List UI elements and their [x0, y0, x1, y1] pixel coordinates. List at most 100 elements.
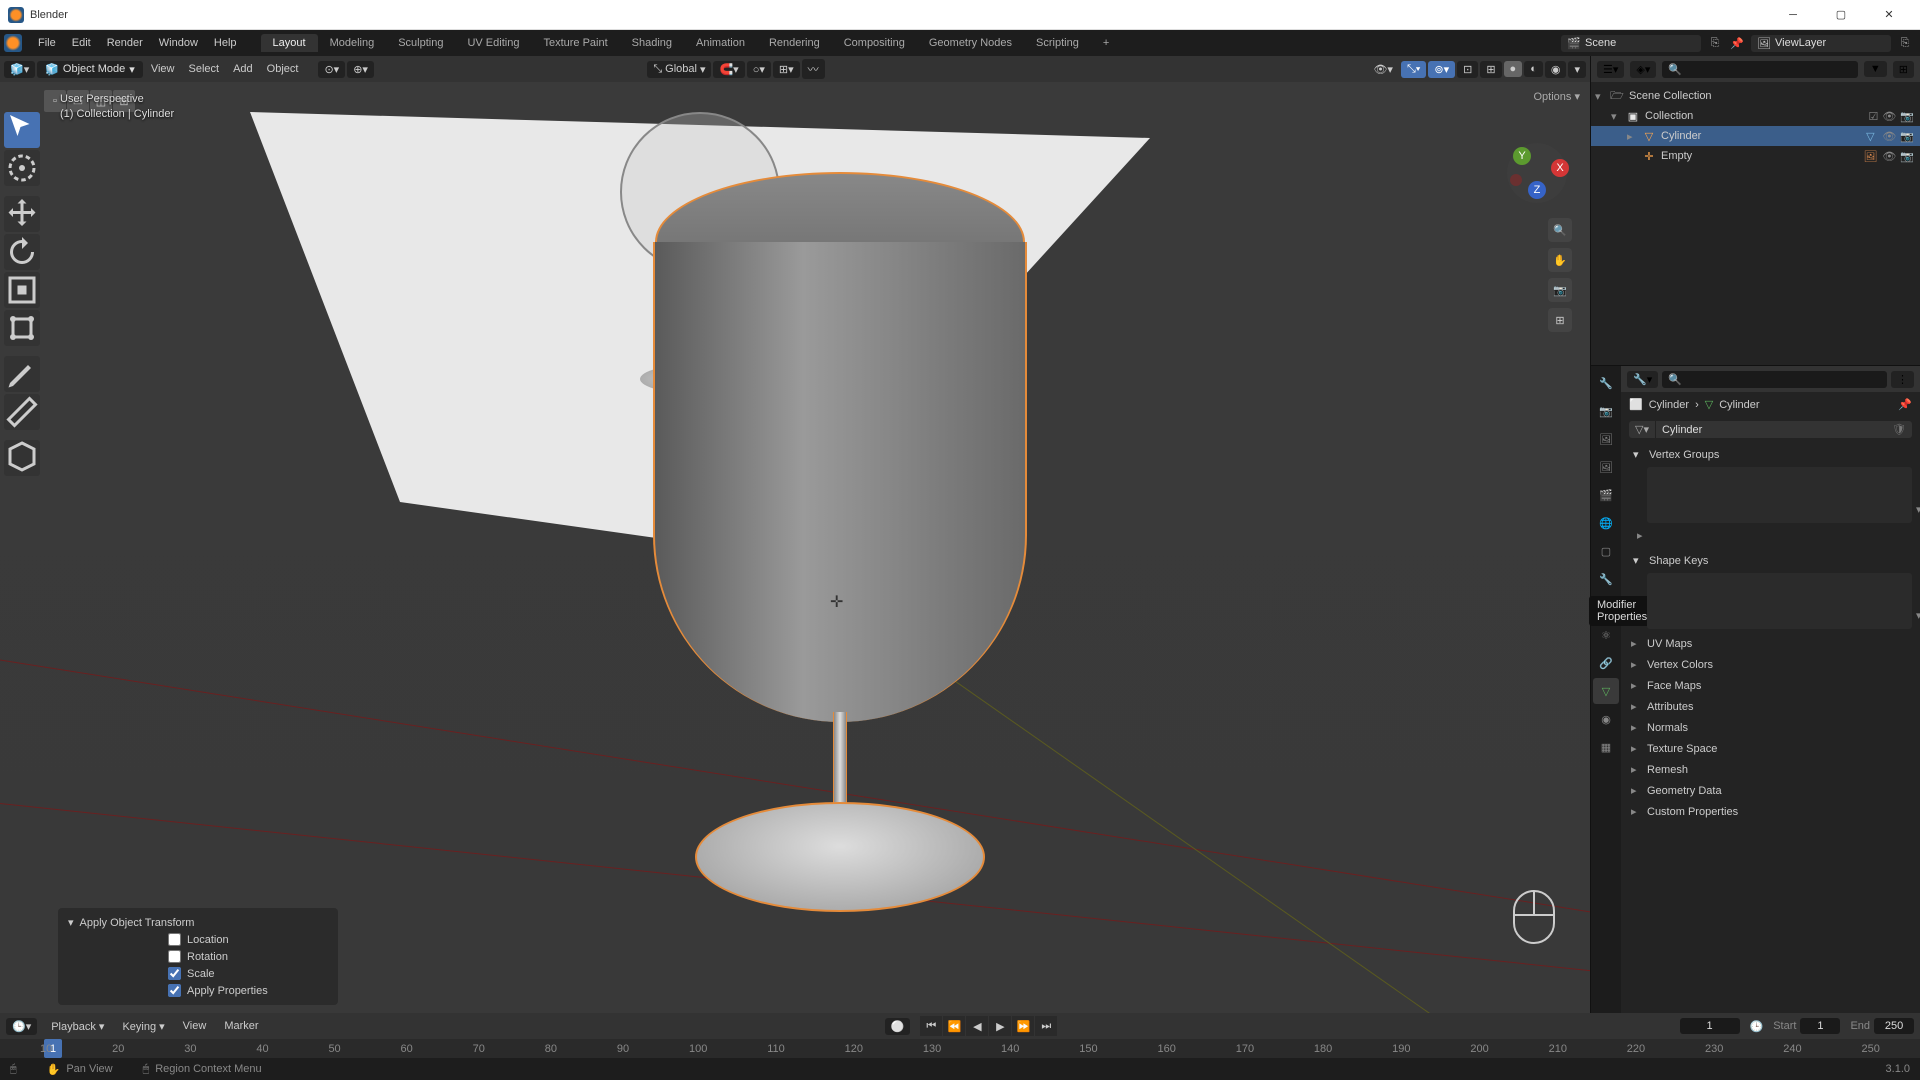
outliner-filter[interactable]: ▼: [1864, 61, 1887, 77]
panel-vertex-groups-header[interactable]: ▾Vertex Groups: [1627, 444, 1914, 465]
tab-material[interactable]: ◉: [1593, 706, 1619, 732]
tab-texture[interactable]: ▦: [1593, 734, 1619, 760]
tab-render[interactable]: 📷: [1593, 398, 1619, 424]
render-icon[interactable]: 📷: [1900, 150, 1914, 163]
add-workspace-button[interactable]: +: [1091, 34, 1121, 52]
mode-selector[interactable]: 🧊 Object Mode ▾: [37, 61, 143, 78]
gizmo-toggle[interactable]: ⤡▾: [1401, 61, 1426, 78]
panel-texture-space[interactable]: ▸Texture Space: [1621, 738, 1920, 759]
workspace-uv-editing[interactable]: UV Editing: [455, 34, 531, 52]
panel-remesh[interactable]: ▸Remesh: [1621, 759, 1920, 780]
tool-move[interactable]: [4, 196, 40, 232]
outliner-display-mode[interactable]: ◈▾: [1630, 61, 1656, 78]
zoom-button[interactable]: 🔍: [1548, 218, 1572, 242]
tab-scene[interactable]: 🎬: [1593, 482, 1619, 508]
props-options[interactable]: ⋮: [1891, 371, 1914, 388]
tab-constraints[interactable]: 🔗: [1593, 650, 1619, 676]
jump-to-end[interactable]: ⏭: [1035, 1016, 1057, 1036]
datablock-selector[interactable]: ▽▾ 🛡: [1629, 421, 1912, 438]
scale-checkbox[interactable]: [168, 967, 181, 980]
expand-icon[interactable]: ▸: [1637, 529, 1647, 542]
datablock-name-input[interactable]: [1656, 422, 1886, 438]
workspace-animation[interactable]: Animation: [684, 34, 757, 52]
editor-type-button[interactable]: 🧊▾: [4, 61, 35, 78]
workspace-scripting[interactable]: Scripting: [1024, 34, 1091, 52]
breadcrumb-object[interactable]: Cylinder: [1649, 399, 1689, 411]
scene-name-input[interactable]: [1585, 37, 1695, 49]
jump-keyframe-back[interactable]: ⏪: [943, 1016, 965, 1036]
panel-normals[interactable]: ▸Normals: [1621, 717, 1920, 738]
new-collection-button[interactable]: ⊞: [1893, 61, 1914, 78]
tool-scale[interactable]: [4, 272, 40, 308]
props-search-input[interactable]: [1682, 373, 1881, 385]
workspace-geometry-nodes[interactable]: Geometry Nodes: [917, 34, 1024, 52]
chevron-down-icon[interactable]: ▾: [68, 916, 74, 929]
jump-keyframe-fwd[interactable]: ⏩: [1012, 1016, 1034, 1036]
render-icon[interactable]: 📷: [1900, 110, 1914, 123]
rotation-checkbox[interactable]: [168, 950, 181, 963]
end-frame-input[interactable]: 250: [1874, 1018, 1914, 1034]
location-checkbox[interactable]: [168, 933, 181, 946]
viewport-canvas[interactable]: ✛ User Perspective (1) Collection | Cyli…: [0, 82, 1590, 1013]
navigation-gizmo[interactable]: X Y Z: [1502, 138, 1572, 208]
add-shape-key-button[interactable]: +: [1916, 577, 1920, 593]
tree-scene-collection[interactable]: ▾🗁 Scene Collection: [1591, 86, 1920, 106]
menu-window[interactable]: Window: [151, 34, 206, 52]
overlay-toggle[interactable]: ⊚▾: [1428, 61, 1455, 78]
proportional-edit[interactable]: ○▾: [747, 61, 771, 78]
select-visibility[interactable]: 👁▾: [1367, 61, 1399, 78]
tab-world[interactable]: 🌐: [1593, 510, 1619, 536]
viewlayer-selector[interactable]: 🖼: [1751, 35, 1891, 52]
tab-output[interactable]: 🖼: [1593, 426, 1619, 452]
play-reverse[interactable]: ◀: [966, 1016, 988, 1036]
panel-custom-props[interactable]: ▸Custom Properties: [1621, 801, 1920, 822]
close-button[interactable]: ✕: [1866, 0, 1912, 30]
props-editor-type[interactable]: 🔧▾: [1627, 371, 1658, 388]
apply-props-checkbox[interactable]: [168, 984, 181, 997]
panel-shape-keys-header[interactable]: ▾Shape Keys: [1627, 550, 1914, 571]
visibility-icon[interactable]: 👁: [1882, 110, 1896, 123]
tree-item-cylinder[interactable]: ▸ ▽ Cylinder ▽ 👁📷: [1591, 126, 1920, 146]
transform-orientation[interactable]: ⤡ Global▾: [647, 61, 711, 78]
panel-attributes[interactable]: ▸Attributes: [1621, 696, 1920, 717]
snap-toggle[interactable]: 🧲▾: [713, 61, 744, 78]
timeline-menu-view[interactable]: View: [179, 1018, 211, 1034]
outliner-editor-type[interactable]: ☰▾: [1597, 61, 1624, 78]
blender-logo-icon[interactable]: [4, 34, 22, 52]
timeline-editor-type[interactable]: 🕒▾: [6, 1018, 37, 1035]
3d-viewport[interactable]: 🧊▾ 🧊 Object Mode ▾ View Select Add Objec…: [0, 56, 1590, 1013]
vertex-group-specials[interactable]: ▾: [1916, 503, 1920, 519]
panel-uv-maps[interactable]: ▸UV Maps: [1621, 633, 1920, 654]
collection-exclude-checkbox[interactable]: ☑: [1868, 110, 1878, 123]
visibility-icon[interactable]: 👁: [1882, 130, 1896, 143]
workspace-rendering[interactable]: Rendering: [757, 34, 832, 52]
maximize-button[interactable]: ▢: [1818, 0, 1864, 30]
current-frame-input[interactable]: 1: [1680, 1018, 1740, 1034]
timeline-menu-marker[interactable]: Marker: [220, 1018, 262, 1034]
timeline-menu-keying[interactable]: Keying ▾: [118, 1018, 168, 1035]
options-toggle[interactable]: 〰: [802, 59, 825, 79]
minimize-button[interactable]: ─: [1770, 0, 1816, 30]
viewport-menu-add[interactable]: Add: [227, 61, 259, 77]
tab-modifiers[interactable]: 🔧 Modifier Properties: [1593, 566, 1619, 592]
shading-wireframe[interactable]: ⊞: [1480, 61, 1501, 78]
viewlayer-name-input[interactable]: [1775, 37, 1885, 49]
scene-selector[interactable]: 🎬: [1561, 35, 1701, 52]
visibility-icon[interactable]: 👁: [1882, 150, 1896, 163]
viewport-options-dropdown[interactable]: Options ▾: [1533, 90, 1580, 103]
tool-rotate[interactable]: [4, 234, 40, 270]
panel-geometry-data[interactable]: ▸Geometry Data: [1621, 780, 1920, 801]
pan-button[interactable]: ✋: [1548, 248, 1572, 272]
tab-object[interactable]: ▢: [1593, 538, 1619, 564]
camera-view-button[interactable]: 📷: [1548, 278, 1572, 302]
orientation-dropdown[interactable]: ⊕▾: [347, 61, 374, 78]
menu-edit[interactable]: Edit: [64, 34, 99, 52]
shading-material[interactable]: ◐: [1524, 61, 1543, 77]
cylinder-object[interactable]: ✛: [650, 132, 1030, 932]
shape-keys-list[interactable]: [1647, 573, 1912, 629]
props-search[interactable]: 🔍: [1662, 371, 1887, 388]
tool-cursor[interactable]: [4, 150, 40, 186]
tree-item-empty[interactable]: ✛ Empty 🖼 👁📷: [1591, 146, 1920, 166]
tool-transform[interactable]: [4, 310, 40, 346]
tool-annotate[interactable]: [4, 356, 40, 392]
